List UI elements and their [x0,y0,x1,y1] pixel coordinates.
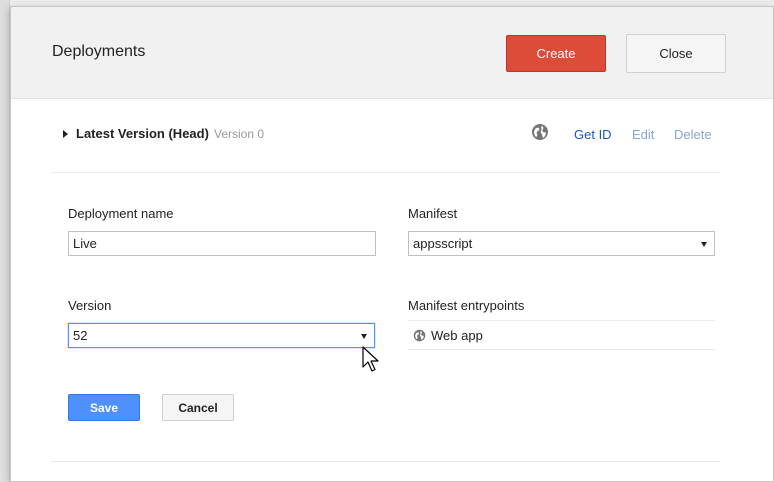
globe-icon [532,124,548,140]
manifest-select[interactable]: appsscript [408,231,715,256]
manifest-selected-value: appsscript [413,236,473,251]
dialog-title: Deployments [52,43,146,60]
globe-icon [413,329,426,342]
get-id-link[interactable]: Get ID [574,127,612,142]
version-title: Latest Version (Head) [76,126,209,141]
background-row-strip [0,0,10,482]
version-label: Version [68,298,112,313]
save-button[interactable]: Save [68,394,140,421]
manifest-entrypoints-list: Web app [408,320,715,350]
version-select[interactable]: 52 [68,323,375,348]
version-number: Version 0 [214,127,265,141]
cancel-button[interactable]: Cancel [162,394,234,421]
divider [51,461,720,462]
dropdown-arrow-icon [361,334,367,339]
dialog-header: Deployments Create Close [11,7,773,99]
manifest-entrypoints-label: Manifest entrypoints [408,298,525,313]
edit-link[interactable]: Edit [632,127,654,142]
create-button[interactable]: Create [506,35,606,72]
mouse-cursor-icon [362,346,379,372]
deployment-name-input[interactable] [68,231,376,256]
expand-arrow-icon[interactable] [62,130,72,140]
manifest-label: Manifest [408,206,458,221]
close-button[interactable]: Close [626,34,726,73]
deployment-name-label: Deployment name [68,206,174,221]
entrypoint-web-app: Web app [431,328,483,343]
delete-link[interactable]: Delete [674,127,712,142]
deployments-dialog: Deployments Create Close Latest Version … [10,6,774,482]
dropdown-arrow-icon [701,242,707,247]
version-selected-value: 52 [73,328,88,343]
latest-version-row: Latest Version (Head) Version 0 Get ID E… [51,117,720,173]
